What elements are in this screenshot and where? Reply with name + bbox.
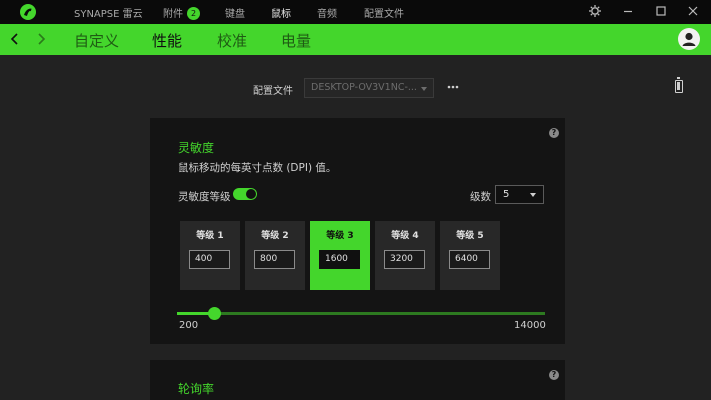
stage-card-3[interactable]: 等级 3 1600 [310,221,370,290]
avatar[interactable] [678,28,700,50]
sensitivity-stages-toggle[interactable] [233,188,257,200]
tab-bar: 自定义 性能 校准 电量 [0,24,711,55]
stage-dpi-input[interactable]: 3200 [384,250,425,269]
title-bar: SYNAPSE 雷云 附件 2 键盘 鼠标 音频 配置文件 [0,0,711,24]
tab-customize[interactable]: 自定义 [74,30,119,51]
chevron-down-icon [530,193,536,197]
stage-name: 等级 5 [456,231,484,241]
tab-performance[interactable]: 性能 [152,30,182,51]
back-arrow-icon[interactable] [9,31,21,47]
polling-rate-panel: ? 轮询率 [150,360,565,400]
sensitivity-stages-label: 灵敏度等级 [178,191,231,203]
stage-card-4[interactable]: 等级 4 3200 [375,221,435,290]
chevron-down-icon [421,87,427,91]
gear-icon[interactable] [588,4,602,18]
minimize-icon[interactable] [621,4,635,18]
nav-synapse[interactable]: SYNAPSE 雷云 [74,5,143,20]
help-icon[interactable]: ? [549,128,559,138]
nav-accessories-label: 附件 [163,9,183,20]
stage-card-2[interactable]: 等级 2 800 [245,221,305,290]
stage-name: 等级 2 [261,231,289,241]
more-options-icon[interactable] [446,80,460,94]
sensitivity-panel: ? 灵敏度 鼠标移动的每英寸点数 (DPI) 值。 灵敏度等级 级数 5 等级 … [150,118,565,344]
stage-card-5[interactable]: 等级 5 6400 [440,221,500,290]
tab-power[interactable]: 电量 [281,30,311,51]
stage-dpi-input[interactable]: 800 [254,250,295,269]
stage-name: 等级 3 [326,231,354,241]
sensitivity-title: 灵敏度 [178,141,215,155]
nav-keyboard[interactable]: 键盘 [225,5,245,20]
stage-dpi-input[interactable]: 6400 [449,250,490,269]
tab-calibration[interactable]: 校准 [217,30,247,51]
stage-count-label: 级数 [470,191,491,203]
profile-dropdown[interactable]: DESKTOP-OV3V1NC-... [304,78,434,98]
profile-label: 配置文件 [253,86,293,97]
stage-card-1[interactable]: 等级 1 400 [180,221,240,290]
user-icon [682,32,696,46]
toggle-knob [246,189,256,199]
nav-mouse[interactable]: 鼠标 [271,5,291,20]
razer-logo-icon[interactable] [19,3,37,21]
close-icon[interactable] [686,4,700,18]
stage-dpi-input[interactable]: 400 [189,250,230,269]
battery-icon [675,77,683,93]
stage-count-dropdown[interactable]: 5 [495,185,544,204]
accessories-count-badge: 2 [187,7,200,20]
forward-arrow-icon[interactable] [35,31,47,47]
sensitivity-description: 鼠标移动的每英寸点数 (DPI) 值。 [178,162,337,174]
polling-rate-title: 轮询率 [178,382,215,396]
nav-audio[interactable]: 音频 [317,5,337,20]
dpi-slider-thumb[interactable] [208,307,222,320]
stage-dpi-input[interactable]: 1600 [319,250,360,269]
stage-name: 等级 4 [391,231,419,241]
nav-accessories[interactable]: 附件 2 [163,5,200,20]
dpi-slider[interactable] [177,307,545,320]
stage-count-value: 5 [503,189,510,200]
nav-profiles[interactable]: 配置文件 [364,5,404,20]
dpi-slider-max: 14000 [514,320,546,331]
stage-name: 等级 1 [196,231,224,241]
help-icon[interactable]: ? [549,370,559,380]
profile-selected-value: DESKTOP-OV3V1NC-... [311,82,417,93]
dpi-slider-min: 200 [179,320,199,331]
maximize-icon[interactable] [654,4,668,18]
